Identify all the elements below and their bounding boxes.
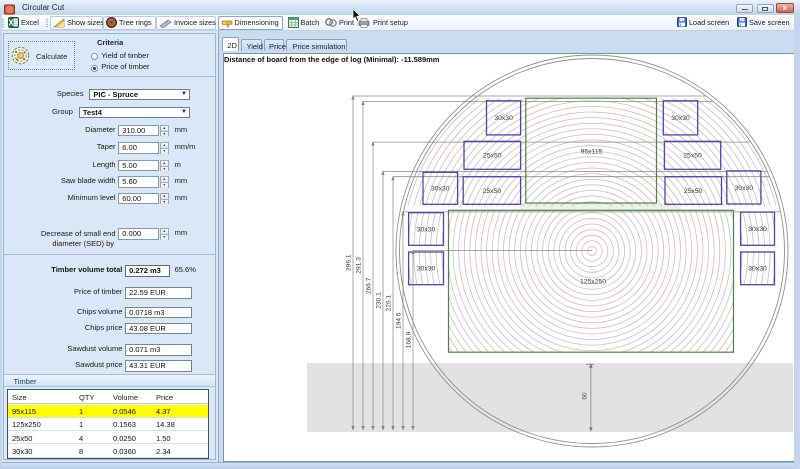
svg-text:30x30: 30x30: [748, 266, 767, 273]
svg-text:266.7: 266.7: [365, 277, 372, 294]
svg-text:95x115: 95x115: [581, 149, 603, 156]
svg-text:30x30: 30x30: [494, 115, 513, 122]
svg-text:25x50: 25x50: [483, 153, 502, 160]
svg-text:168.9: 168.9: [405, 331, 412, 348]
svg-text:30x30: 30x30: [417, 266, 436, 273]
svg-text:230.1: 230.1: [375, 292, 382, 309]
svg-text:30x30: 30x30: [431, 186, 450, 193]
svg-text:125x250: 125x250: [580, 279, 606, 286]
svg-text:X: X: [8, 19, 14, 28]
svg-text:226.1: 226.1: [385, 295, 392, 312]
svg-text:25x50: 25x50: [683, 153, 702, 160]
svg-text:30x30: 30x30: [748, 226, 767, 233]
svg-text:30x30: 30x30: [671, 115, 690, 122]
svg-text:25x50: 25x50: [483, 188, 502, 195]
svg-text:30x30: 30x30: [417, 226, 436, 233]
svg-text:25x50: 25x50: [684, 188, 703, 195]
svg-text:291.3: 291.3: [355, 257, 362, 274]
svg-text:194.6: 194.6: [395, 312, 402, 329]
svg-text:30x30: 30x30: [735, 185, 754, 192]
svg-text:60: 60: [582, 392, 589, 400]
svg-text:296.1: 296.1: [345, 254, 352, 271]
